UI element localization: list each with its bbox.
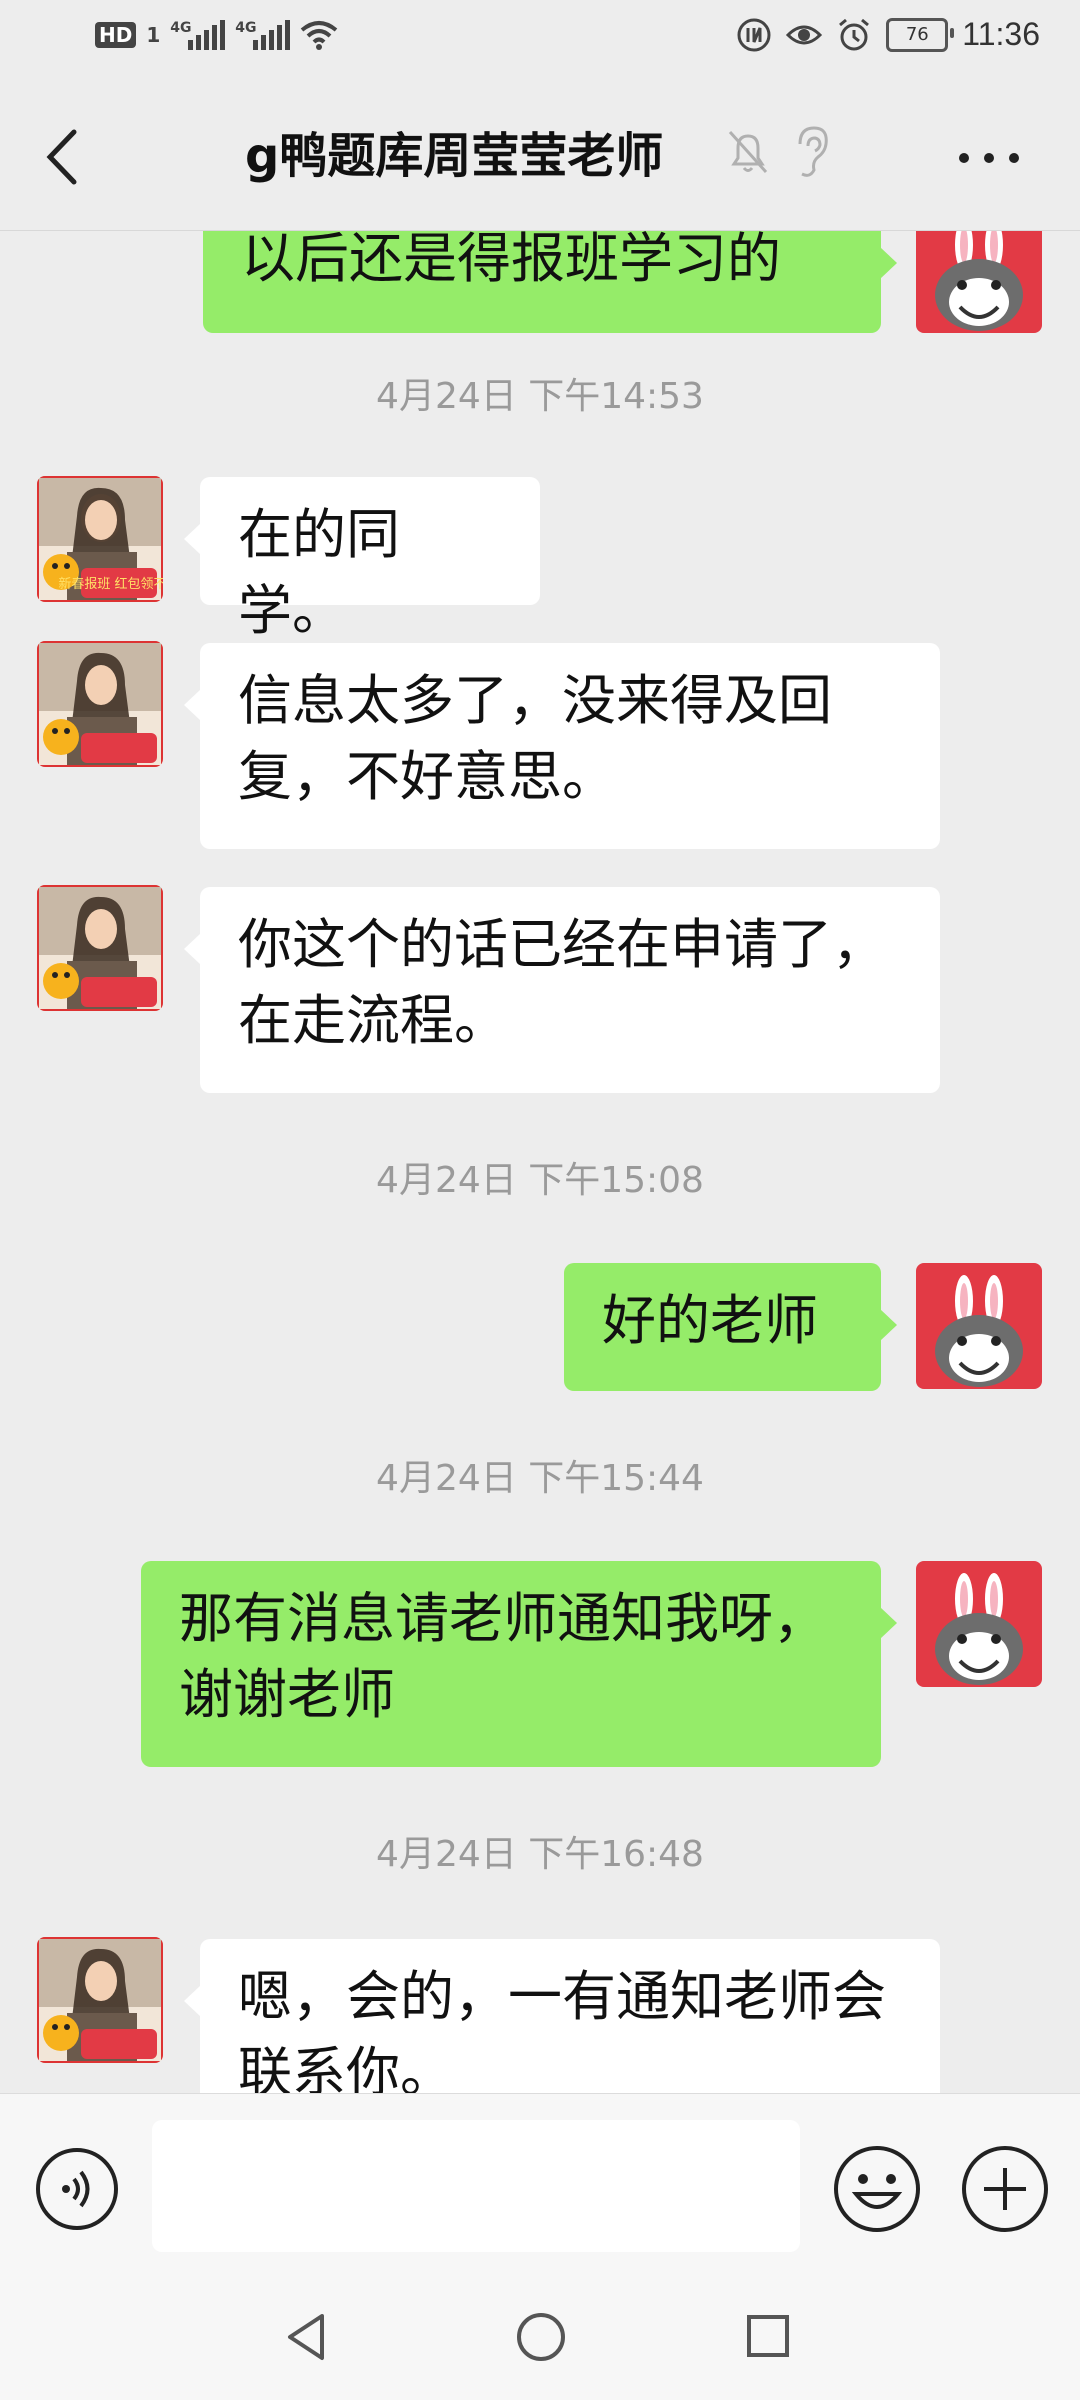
square-recent-icon[interactable] [744, 2312, 792, 2360]
status-left: HD 1 4G 4G [95, 20, 338, 50]
message-list[interactable]: 以后还是得报班学习的 4月24日 下午14:53 新春报班 红包领不停 [0, 231, 1080, 2093]
more-dots-icon[interactable] [954, 138, 1024, 178]
message-text: 以后还是得报班学习的 [241, 231, 781, 290]
network-label: 4G [170, 20, 192, 36]
battery-icon: 76 [886, 17, 955, 52]
bell-off-icon [728, 130, 768, 174]
status-right: 76 11:36 [736, 16, 1040, 53]
message-bubble-out[interactable]: 那有消息请老师通知我呀，谢谢老师 [141, 1561, 897, 1767]
message-bubble-out[interactable]: 好的老师 [564, 1263, 897, 1391]
plus-icon[interactable] [960, 2144, 1050, 2234]
message-text: 嗯，会的，一有通知老师会联系你。 [238, 1965, 886, 2093]
nfc-icon [737, 18, 771, 51]
message-bubble-in[interactable]: 在的同学。 [184, 477, 540, 642]
alarm-icon [839, 18, 870, 50]
teacher-avatar[interactable] [37, 641, 163, 767]
message-text: 好的老师 [602, 1289, 818, 1352]
input-bar [0, 2093, 1080, 2275]
message-bubble-in[interactable]: 你这个的话已经在申请了，在走流程。 [184, 887, 940, 1093]
my-avatar[interactable] [916, 1263, 1042, 1389]
message-text: 在的同学。 [238, 503, 400, 642]
sim-label: 1 [146, 23, 161, 47]
wifi-icon [300, 21, 338, 50]
message-input[interactable] [152, 2120, 800, 2252]
chat-title: g鸭题库周莹莹老师 [245, 128, 664, 184]
emoji-icon[interactable] [832, 2144, 922, 2234]
message-text: 你这个的话已经在申请了，在走流程。 [238, 913, 886, 1052]
chevron-left-icon[interactable] [36, 122, 96, 192]
signal-icon: 4G [235, 20, 291, 50]
message-bubble-in[interactable]: 嗯，会的，一有通知老师会联系你。 [184, 1939, 940, 2093]
eye-icon [786, 25, 823, 44]
circle-home-icon[interactable] [514, 2310, 568, 2364]
teacher-avatar[interactable]: 新春报班 红包领不停 [37, 476, 163, 602]
system-nav-bar [0, 2274, 1080, 2400]
timestamp: 4月24日 下午15:44 [376, 1458, 704, 1499]
message-bubble-in[interactable]: 信息太多了，没来得及回复，不好意思。 [184, 643, 940, 849]
avatar-caption: 新春报班 红包领不停 [58, 576, 163, 592]
teacher-avatar[interactable] [37, 1937, 163, 2063]
message-text: 信息太多了，没来得及回复，不好意思。 [238, 669, 832, 808]
clock: 11:36 [962, 16, 1040, 52]
triangle-back-icon[interactable] [282, 2310, 332, 2364]
teacher-avatar[interactable] [37, 885, 163, 1011]
signal-icon: 4G [170, 20, 226, 50]
timestamp: 4月24日 下午16:48 [376, 1834, 704, 1875]
message-bubble-out[interactable]: 以后还是得报班学习的 [203, 231, 897, 333]
ear-icon [798, 126, 828, 177]
battery-level: 76 [905, 24, 929, 45]
my-avatar[interactable] [916, 231, 1042, 333]
chat-header: g鸭题库周莹莹老师 [0, 80, 1080, 231]
hd-badge: HD [95, 22, 137, 48]
timestamp: 4月24日 下午15:08 [376, 1160, 704, 1201]
status-bar: HD 1 4G 4G 76 11:36 [0, 0, 1080, 80]
voice-icon[interactable] [34, 2146, 120, 2232]
timestamp: 4月24日 下午14:53 [376, 376, 704, 417]
network-label: 4G [235, 20, 257, 36]
my-avatar[interactable] [916, 1561, 1042, 1687]
message-text: 那有消息请老师通知我呀，谢谢老师 [179, 1587, 827, 1726]
